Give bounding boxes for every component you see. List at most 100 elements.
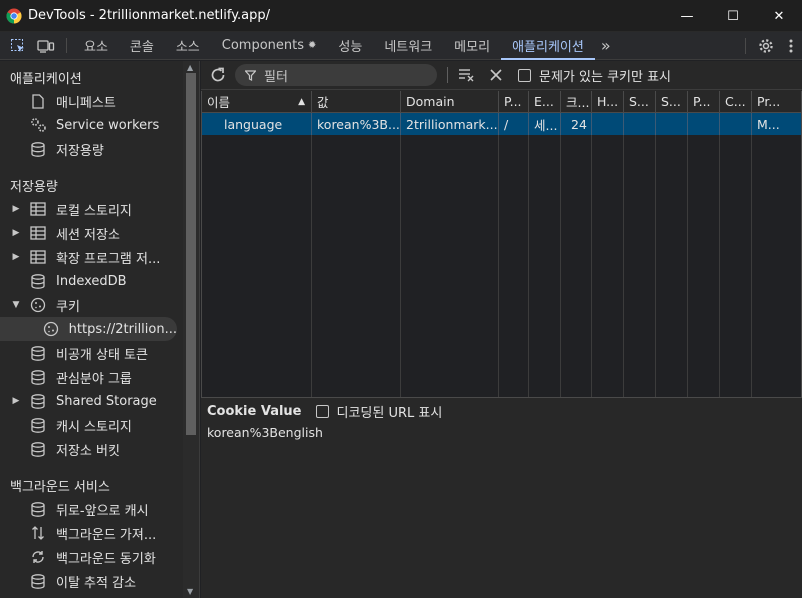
column-header-size[interactable]: 크...: [561, 91, 592, 112]
sidebar-item-bfcache[interactable]: 뒤로-앞으로 캐시: [0, 497, 199, 521]
tab-components[interactable]: Components ✹: [211, 32, 328, 59]
tab-application[interactable]: 애플리케이션: [501, 32, 595, 60]
cell-value: korean%3B...: [312, 113, 401, 135]
toolbar-divider: [66, 38, 67, 53]
expand-arrow-icon[interactable]: ▶: [8, 228, 24, 238]
table-header: 이름 ▲ 값 Domain P... E... 크... H... S... S.…: [202, 91, 801, 113]
sidebar-item-background-sync[interactable]: 백그라운드 동기화: [0, 545, 199, 569]
devtools-tabbar: 요소 콘솔 소스 Components ✹ 성능 네트워크 메모리 애플리케이션 …: [0, 32, 802, 60]
sidebar-item-cache-storage[interactable]: 캐시 스토리지: [0, 413, 199, 437]
database-icon: [28, 417, 48, 433]
sidebar-item-cookies[interactable]: ▼ 쿠키: [0, 293, 199, 317]
toolbar-divider: [745, 38, 746, 54]
database-icon: [28, 273, 48, 289]
sort-ascending-icon: ▲: [298, 96, 305, 107]
updown-arrows-icon: [28, 525, 48, 541]
cookies-toolbar: 필터 문제가 있는 쿠키만 표시: [201, 61, 802, 90]
sidebar-item-session-storage[interactable]: ▶ 세션 저장소: [0, 221, 199, 245]
column-header-domain[interactable]: Domain: [401, 91, 499, 112]
sidebar-item-cookie-origin[interactable]: https://2trillion...: [0, 317, 177, 341]
table-empty-area: [202, 135, 801, 397]
column-header-priority[interactable]: Pr...: [752, 91, 792, 112]
filter-input[interactable]: 필터: [235, 64, 437, 86]
collapse-arrow-icon[interactable]: ▼: [8, 300, 24, 310]
sidebar-item-bounce-tracking[interactable]: 이탈 추적 감소: [0, 569, 199, 593]
refresh-icon[interactable]: [209, 66, 227, 84]
sidebar-scrollbar[interactable]: ▲ ▼: [183, 61, 199, 598]
sidebar-scroll-thumb[interactable]: [186, 73, 196, 435]
column-header-cross-site[interactable]: C...: [720, 91, 752, 112]
close-window-button[interactable]: ✕: [756, 0, 802, 32]
section-application: 애플리케이션: [10, 71, 82, 87]
filter-icon: [245, 69, 256, 81]
show-decoded-url-toggle[interactable]: 디코딩된 URL 표시: [315, 402, 442, 421]
column-header-httponly[interactable]: H...: [592, 91, 624, 112]
show-decoded-url-checkbox[interactable]: [315, 404, 329, 418]
table-icon: [28, 201, 48, 217]
section-background-services: 백그라운드 서비스: [10, 479, 110, 495]
inspect-element-icon[interactable]: [4, 32, 32, 60]
sidebar-item-private-state-tokens[interactable]: 비공개 상태 토큰: [0, 341, 199, 365]
scroll-down-arrow-icon[interactable]: ▼: [187, 587, 193, 596]
expand-arrow-icon[interactable]: ▶: [8, 396, 24, 406]
sidebar-item-background-fetch[interactable]: 백그라운드 가져...: [0, 521, 199, 545]
minimize-button[interactable]: —: [664, 0, 710, 32]
column-header-secure[interactable]: S...: [624, 91, 656, 112]
column-header-samesite[interactable]: S...: [656, 91, 688, 112]
chevron-double-right-icon: »: [600, 36, 611, 55]
settings-gear-icon[interactable]: [752, 32, 780, 60]
tab-performance[interactable]: 성능: [327, 32, 373, 59]
cookie-icon: [28, 297, 48, 313]
sidebar-item-interest-groups[interactable]: 관심분야 그룹: [0, 365, 199, 389]
clear-filtered-cookies-icon[interactable]: [458, 68, 476, 82]
sidebar-item-extension-storage[interactable]: ▶ 확장 프로그램 저...: [0, 245, 199, 269]
expand-arrow-icon[interactable]: ▶: [8, 204, 24, 214]
expand-arrow-icon[interactable]: ▶: [8, 252, 24, 262]
section-storage: 저장용량: [10, 179, 58, 195]
column-header-value[interactable]: 값: [312, 91, 401, 112]
table-row[interactable]: language korean%3B... 2trillionmark... /…: [202, 113, 801, 135]
cell-domain: 2trillionmark...: [401, 113, 499, 135]
issues-only-checkbox[interactable]: [518, 68, 531, 82]
application-sidebar: 애플리케이션 매니페스트 Service workers 저장용량 저장용량 ▶…: [0, 61, 200, 598]
cookies-table: 이름 ▲ 값 Domain P... E... 크... H... S... S.…: [201, 91, 802, 398]
tab-elements[interactable]: 요소: [73, 32, 119, 59]
cell-size: 24: [561, 113, 592, 135]
sidebar-item-manifest[interactable]: 매니페스트: [0, 89, 199, 113]
table-icon: [28, 249, 48, 265]
cookie-value-text[interactable]: korean%3Benglish: [201, 425, 802, 440]
cell-cross-site: [720, 113, 752, 135]
filter-placeholder: 필터: [264, 69, 288, 85]
tab-sources[interactable]: 소스: [165, 32, 211, 59]
more-tabs-button[interactable]: »: [595, 32, 617, 59]
sidebar-item-indexeddb[interactable]: IndexedDB: [0, 269, 199, 293]
sidebar-item-local-storage[interactable]: ▶ 로컬 스토리지: [0, 197, 199, 221]
cell-path: /: [499, 113, 529, 135]
cell-name: language: [202, 113, 312, 135]
column-header-expires[interactable]: E...: [529, 91, 561, 112]
column-header-partition-key[interactable]: P...: [688, 91, 720, 112]
database-icon: [28, 369, 48, 385]
chrome-icon: [6, 8, 22, 24]
device-toolbar-icon[interactable]: [32, 32, 60, 60]
cookie-icon: [42, 321, 61, 337]
column-header-path[interactable]: P...: [499, 91, 529, 112]
tab-memory[interactable]: 메모리: [443, 32, 501, 59]
more-options-icon[interactable]: [780, 32, 802, 60]
maximize-button[interactable]: ☐: [710, 0, 756, 32]
toolbar-divider: [447, 67, 448, 83]
column-header-name[interactable]: 이름 ▲: [202, 91, 312, 112]
issues-only-toggle[interactable]: 문제가 있는 쿠키만 표시: [518, 66, 671, 85]
scroll-up-arrow-icon[interactable]: ▲: [187, 63, 193, 72]
tab-network[interactable]: 네트워크: [373, 32, 443, 59]
sidebar-item-shared-storage[interactable]: ▶ Shared Storage: [0, 389, 199, 413]
window-title: DevTools - 2trillionmarket.netlify.app/: [28, 8, 271, 23]
table-icon: [28, 225, 48, 241]
tab-console[interactable]: 콘솔: [119, 32, 165, 59]
clear-all-cookies-icon[interactable]: [490, 69, 502, 81]
sidebar-item-storage-buckets[interactable]: 저장소 버킷: [0, 437, 199, 461]
database-icon: [28, 141, 48, 157]
sidebar-item-storage[interactable]: 저장용량: [0, 137, 199, 161]
database-icon: [28, 501, 48, 517]
sidebar-item-service-workers[interactable]: Service workers: [0, 113, 199, 137]
